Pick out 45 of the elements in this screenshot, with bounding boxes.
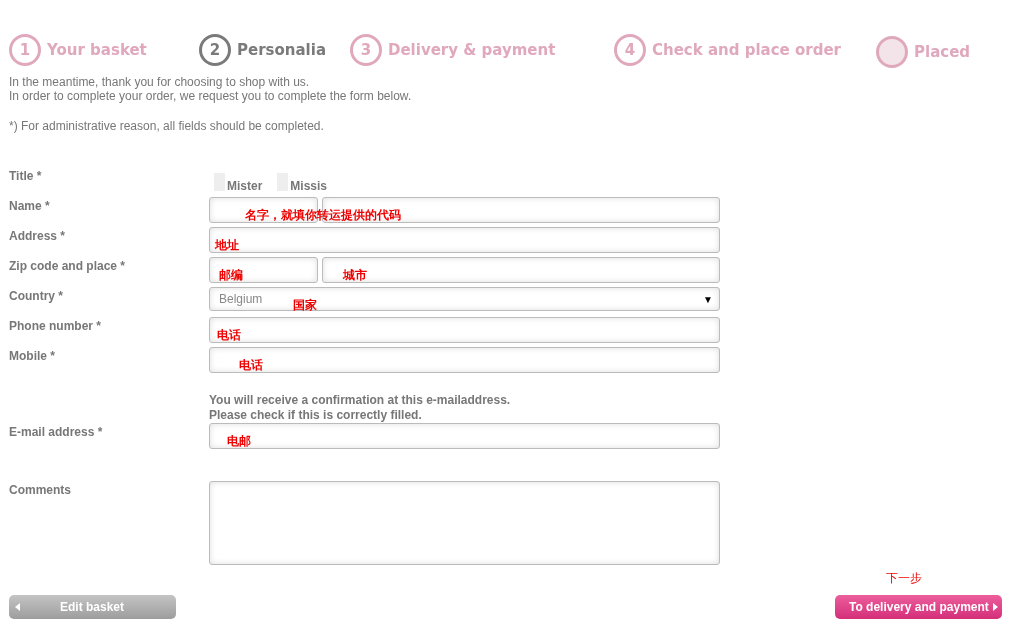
field-label: Name * [9,199,50,213]
step-tab[interactable]: 2 Personalia [199,34,350,66]
field-label: Zip code and place * [9,259,126,273]
field-label: E-mail address * [9,425,103,439]
annotation-text: 电话 [239,357,263,374]
edit-basket-button[interactable]: Edit basket [9,595,176,619]
field-label: Mobile * [9,349,55,363]
field-label: Comments [9,483,71,497]
intro-text: In the meantime, thank you for choosing to shop with us. [9,75,311,89]
step-tab[interactable]: 3 Delivery & payment [350,34,614,66]
info-text: You will receive a confirmation at this e-mailaddress. [209,393,511,408]
input-field[interactable] [322,257,720,283]
info-text: Please check if this is correctly filled. [209,408,423,423]
input-field[interactable] [209,317,720,343]
step-tab[interactable]: Placed [876,36,971,68]
annotation-text: 名字，就填你转运提供的代码 [245,207,401,224]
next-step-button[interactable]: To delivery and payment [835,595,1002,619]
notice-text: *) For administrative reason, all fields should be completed. [9,119,325,133]
annotation-text: 下一步 [885,570,922,587]
input-field[interactable] [209,257,318,283]
input-field[interactable] [209,197,318,223]
annotation-text: 电邮 [227,433,251,450]
radio-option[interactable]: Missis [272,173,328,193]
step-number: 2 [199,34,231,66]
field-label: Title * [9,169,42,183]
radio-option[interactable]: Mister [209,173,263,193]
comments-field[interactable] [209,481,720,565]
annotation-text: 电话 [217,327,241,344]
field-label: Phone number * [9,319,101,333]
annotation-text: 城市 [343,267,367,284]
field-label: Country * [9,289,63,303]
input-field[interactable] [209,347,720,373]
annotation-text: 地址 [215,237,239,254]
step-number: 3 [350,34,382,66]
step-number: 1 [9,34,41,66]
annotation-text: 国家 [293,297,317,314]
intro-text: In order to complete your order, we request you to complete the form below. [9,89,413,103]
step-number: 4 [614,34,646,66]
field-label: Address * [9,229,66,243]
input-field[interactable] [209,423,720,449]
input-field[interactable] [209,227,720,253]
step-circle-icon [876,36,908,68]
annotation-text: 邮编 [219,267,243,284]
step-tab[interactable]: 1 Your basket [9,34,199,66]
step-tab[interactable]: 4 Check and place order [614,34,876,66]
